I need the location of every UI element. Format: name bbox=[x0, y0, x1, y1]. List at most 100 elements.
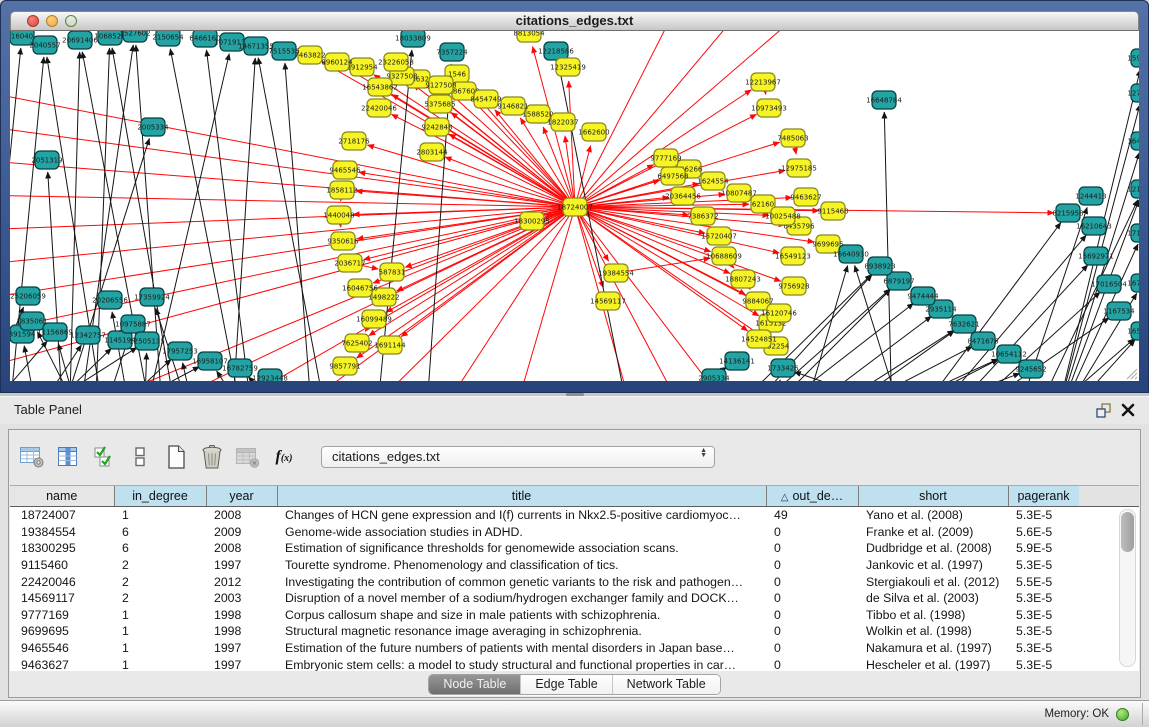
graph-node[interactable]: 9242848 bbox=[421, 118, 452, 136]
table-cell[interactable]: Changes of HCN gene expression and I(f) … bbox=[277, 507, 766, 524]
graph-node[interactable]: 1624554 bbox=[697, 172, 729, 190]
graph-node[interactable]: 1652209 bbox=[1127, 322, 1139, 340]
graph-node[interactable]: 2036717 bbox=[334, 254, 365, 272]
graph-node[interactable]: 9474444 bbox=[907, 287, 939, 305]
graph-node[interactable]: 12325419 bbox=[550, 58, 586, 76]
table-cell[interactable]: 1 bbox=[114, 640, 206, 657]
table-cell[interactable]: 1 bbox=[114, 607, 206, 624]
graph-node[interactable]: 16549123 bbox=[775, 247, 811, 265]
graph-node[interactable]: 9146821 bbox=[497, 97, 528, 115]
graph-node[interactable]: 6497568 bbox=[657, 167, 688, 185]
tab-edge-table[interactable]: Edge Table bbox=[520, 675, 611, 694]
table-cell[interactable]: 5.3E-5 bbox=[1008, 507, 1079, 524]
graph-edge-red[interactable] bbox=[449, 134, 575, 207]
memory-ok-indicator-icon[interactable] bbox=[1116, 708, 1129, 721]
table-cell[interactable]: 9463627 bbox=[10, 656, 114, 671]
table-cell[interactable]: 0 bbox=[766, 607, 858, 624]
graph-node[interactable]: 14136141 bbox=[719, 352, 755, 370]
table-cell[interactable]: 1997 bbox=[206, 640, 277, 657]
table-cell[interactable]: 2 bbox=[114, 590, 206, 607]
table-cell[interactable]: 2008 bbox=[206, 507, 277, 524]
table-row[interactable]: 977716911998Corpus callosum shape and si… bbox=[10, 607, 1079, 624]
table-row[interactable]: 1872400712008Changes of HCN gene express… bbox=[10, 507, 1079, 524]
close-panel-icon[interactable] bbox=[1119, 403, 1137, 419]
table-cell[interactable]: 0 bbox=[766, 640, 858, 657]
graph-node[interactable]: 1691144 bbox=[374, 336, 406, 354]
graph-node[interactable]: 587831 bbox=[379, 263, 406, 281]
graph-node[interactable]: 9115460 bbox=[817, 202, 848, 220]
table-cell[interactable]: 1997 bbox=[206, 656, 277, 671]
graph-edge-black[interactable] bbox=[1053, 340, 1135, 381]
table-cell[interactable]: 5.5E-5 bbox=[1008, 573, 1079, 590]
graph-node[interactable]: 7357224 bbox=[436, 43, 468, 61]
graph-node[interactable]: 9857791 bbox=[329, 357, 360, 375]
table-cell[interactable]: 5.6E-5 bbox=[1008, 524, 1079, 541]
table-cell[interactable]: 5.3E-5 bbox=[1008, 590, 1079, 607]
graph-node[interactable]: 8960124 bbox=[321, 53, 353, 71]
table-row[interactable]: 1456911722003Disruption of a novel membe… bbox=[10, 590, 1079, 607]
graph-node[interactable]: 18807243 bbox=[725, 270, 761, 288]
graph-node[interactable]: 1599858 bbox=[1127, 49, 1139, 67]
table-cell[interactable]: 9777169 bbox=[10, 607, 114, 624]
graph-node[interactable]: 8938923 bbox=[864, 257, 895, 275]
table-row[interactable]: 1830029562008Estimation of significance … bbox=[10, 540, 1079, 557]
graph-node[interactable]: 1662600 bbox=[578, 123, 609, 141]
graph-node[interactable]: 2051319 bbox=[31, 151, 62, 169]
graph-node[interactable]: 8471676 bbox=[967, 332, 999, 350]
table-row[interactable]: 946554611997Estimation of the future num… bbox=[10, 640, 1079, 657]
table-cell[interactable]: 5.3E-5 bbox=[1008, 623, 1079, 640]
table-cell[interactable]: de Silva et al. (2003) bbox=[858, 590, 1008, 607]
table-cell[interactable]: 2008 bbox=[206, 540, 277, 557]
graph-node[interactable]: 8215958 bbox=[1052, 204, 1083, 222]
select-rows-icon[interactable] bbox=[89, 441, 119, 473]
minimize-button[interactable] bbox=[46, 15, 58, 27]
graph-node[interactable]: 1210654 bbox=[1127, 180, 1139, 198]
table-cell[interactable]: Nakamura et al. (1997) bbox=[858, 640, 1008, 657]
graph-node[interactable]: 16648784 bbox=[866, 91, 902, 109]
graph-node[interactable]: 7632621 bbox=[948, 315, 979, 333]
graph-node[interactable]: 2718176 bbox=[338, 132, 370, 150]
table-cell[interactable]: 5.3E-5 bbox=[1008, 557, 1079, 574]
graph-edge-black[interactable] bbox=[1028, 339, 1134, 381]
graph-edge-black[interactable] bbox=[768, 380, 780, 381]
graph-edge-red[interactable] bbox=[575, 207, 700, 381]
graph-edge-black[interactable] bbox=[24, 346, 38, 381]
graph-node[interactable]: 9350616 bbox=[327, 232, 359, 250]
graph-node[interactable]: 2905334 bbox=[698, 369, 730, 381]
graph-node[interactable]: 14569117 bbox=[590, 292, 626, 310]
vertical-scrollbar[interactable] bbox=[1119, 509, 1136, 667]
graph-node[interactable]: 18033809 bbox=[395, 31, 431, 47]
table-cell[interactable]: Stergiakouli et al. (2012) bbox=[858, 573, 1008, 590]
new-document-icon[interactable] bbox=[161, 441, 191, 473]
graph-node[interactable]: 1167534 bbox=[1103, 302, 1135, 320]
graph-node[interactable]: 9756928 bbox=[778, 277, 809, 295]
graph-node[interactable]: 9245652 bbox=[1015, 360, 1046, 378]
function-builder-icon[interactable]: f(x) bbox=[269, 441, 299, 473]
table-settings-icon[interactable] bbox=[17, 441, 47, 473]
graph-node[interactable]: 1858112 bbox=[326, 181, 357, 199]
table-cell[interactable]: Tibbo et al. (1998) bbox=[858, 607, 1008, 624]
table-selector-dropdown[interactable]: citations_edges.txt ▲▼ bbox=[321, 446, 715, 468]
graph-node[interactable]: 1277435 bbox=[1127, 84, 1139, 102]
graph-node[interactable]: 12505135 bbox=[129, 332, 165, 350]
column-header-pagerank[interactable]: pagerank bbox=[1008, 486, 1079, 507]
column-header-out_de[interactable]: △out_de… bbox=[766, 486, 858, 507]
graph-edge-red[interactable] bbox=[10, 207, 575, 335]
table-row[interactable]: 2242004622012Investigating the contribut… bbox=[10, 573, 1079, 590]
network-graph[interactable]: 1546160406216025225439159458783174626610… bbox=[10, 31, 1139, 381]
table-cell[interactable]: 1998 bbox=[206, 623, 277, 640]
tab-node-table[interactable]: Node Table bbox=[429, 675, 520, 694]
graph-node[interactable]: 9463627 bbox=[790, 188, 821, 206]
graph-node[interactable]: 1440048 bbox=[323, 206, 354, 224]
table-cell[interactable]: 1997 bbox=[206, 557, 277, 574]
table-cell[interactable]: 6 bbox=[114, 540, 206, 557]
graph-node[interactable]: 12218586 bbox=[538, 42, 574, 60]
table-row[interactable]: 946362711997Embryonic stem cells: a mode… bbox=[10, 656, 1079, 671]
table-cell[interactable]: 9699695 bbox=[10, 623, 114, 640]
column-header-year[interactable]: year bbox=[206, 486, 277, 507]
graph-edge-black[interactable] bbox=[170, 49, 238, 381]
graph-edge-red[interactable] bbox=[10, 207, 575, 230]
table-cell[interactable]: Tourette syndrome. Phenomenology and cla… bbox=[277, 557, 766, 574]
graph-node[interactable]: 12342757 bbox=[70, 326, 106, 344]
graph-node[interactable]: 12213967 bbox=[745, 73, 781, 91]
